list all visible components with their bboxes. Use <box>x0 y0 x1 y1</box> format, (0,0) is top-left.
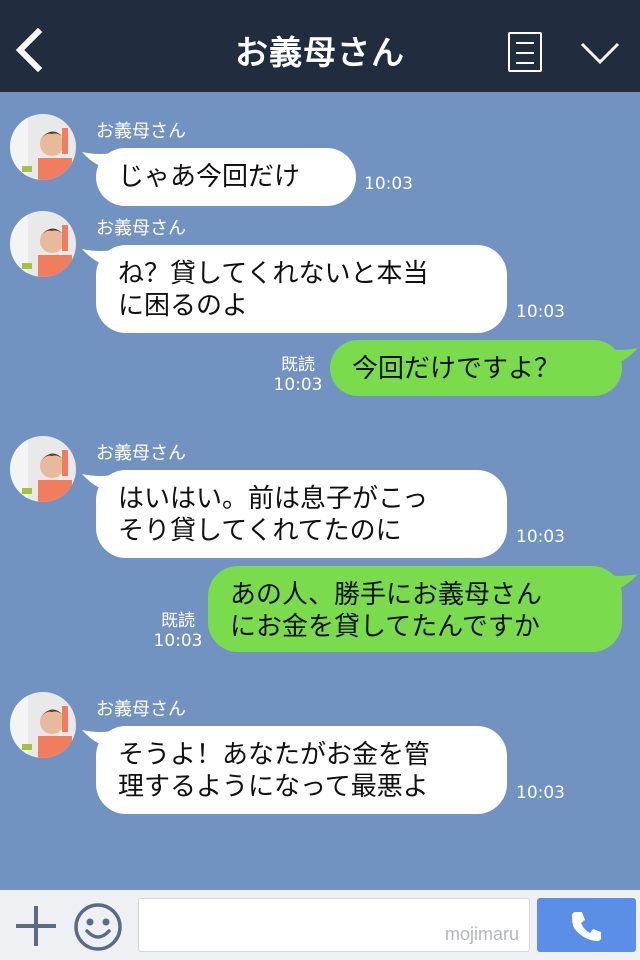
read-receipt: 既読 10:03 <box>152 611 204 651</box>
call-button[interactable] <box>537 898 636 952</box>
sender-name: お義母さん <box>96 218 186 239</box>
message-text-line: そり貸してくれてたのに <box>118 516 402 546</box>
emoji-button[interactable] <box>72 901 124 953</box>
message-text-line: じゃあ今回だけ <box>118 162 301 192</box>
watermark-text: mojimaru <box>444 924 519 944</box>
sender-name: お義母さん <box>96 699 186 720</box>
read-receipt: 既読 10:03 <box>272 355 324 395</box>
sender-name: お義母さん <box>96 121 186 142</box>
message-time: 10:03 <box>516 527 565 547</box>
smiley-icon <box>74 903 122 951</box>
menu-button[interactable] <box>508 32 542 72</box>
read-label: 既読 <box>161 611 195 631</box>
message-text-line: ね？貸してくれないと本当 <box>118 259 429 289</box>
message-text-line: そうよ！あなたがお金を管 <box>118 740 431 770</box>
message-time: 10:03 <box>153 631 203 651</box>
message-text-line: にお金を貸してたんですか <box>230 612 540 642</box>
message-bubble[interactable]: ね？貸してくれないと本当 に困るのよ <box>96 245 507 333</box>
read-label: 既読 <box>281 355 315 375</box>
sender-avatar[interactable] <box>10 211 76 277</box>
message-time: 10:03 <box>516 783 565 803</box>
message-bubble[interactable]: じゃあ今回だけ <box>96 148 356 206</box>
plus-icon <box>16 906 56 946</box>
message-bubble[interactable]: 今回だけですよ？ <box>330 340 622 396</box>
message-bubble[interactable]: あの人、勝手にお義母さん にお金を貸してたんですか <box>208 566 622 652</box>
collapse-button[interactable] <box>578 38 622 68</box>
phone-icon <box>572 912 601 941</box>
chat-header: お義母さん <box>0 0 640 92</box>
chat-title: お義母さん <box>235 33 405 72</box>
message-time: 10:03 <box>364 174 413 194</box>
message-bubble[interactable]: そうよ！あなたがお金を管 理するようになって最悪よ <box>96 726 507 814</box>
message-text-line: 理するようになって最悪よ <box>118 772 429 802</box>
message-input[interactable]: mojimaru <box>138 898 530 952</box>
message-bubble[interactable]: はいはい。前は息子がこっ そり貸してくれてたのに <box>96 470 507 558</box>
sender-avatar[interactable] <box>10 114 76 180</box>
sender-avatar[interactable] <box>10 436 76 502</box>
sender-avatar[interactable] <box>10 692 76 758</box>
input-bar: mojimaru <box>0 890 640 960</box>
add-button[interactable] <box>14 904 58 948</box>
message-text-line: あの人、勝手にお義母さん <box>230 580 543 610</box>
message-text-line: に困るのよ <box>118 291 249 321</box>
sender-name: お義母さん <box>96 443 186 464</box>
message-text-line: 今回だけですよ？ <box>352 354 561 384</box>
message-text-line: はいはい。前は息子がこっ <box>118 484 429 514</box>
message-time: 10:03 <box>516 302 565 322</box>
chevron-down-icon <box>580 42 620 65</box>
message-time: 10:03 <box>273 375 323 395</box>
